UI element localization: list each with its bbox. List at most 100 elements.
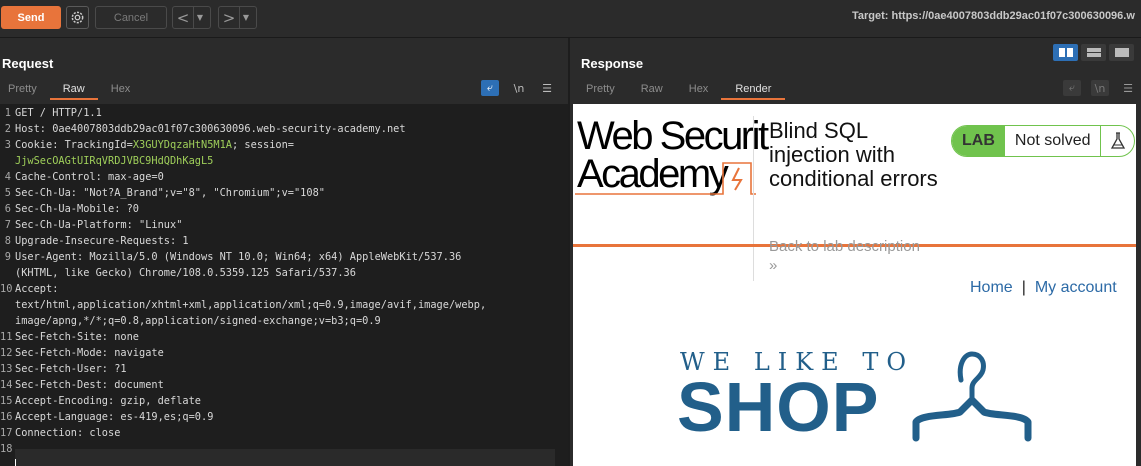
request-line: Sec-Ch-Ua-Mobile: ?0 [15,203,139,215]
request-menu-icon[interactable]: ☰ [538,80,556,96]
single-layout-icon[interactable] [1109,44,1134,61]
request-line: Cookie: TrackingId=X3GUYDqzaHtN5M1A; ses… [15,139,295,151]
line-number: 3 [4,139,11,151]
send-button[interactable]: Send [1,6,61,29]
side-by-side-layout-icon[interactable] [1053,44,1078,61]
request-line: (KHTML, like Gecko) Chrome/108.0.5359.12… [15,267,356,279]
request-line: Accept: [15,283,59,295]
request-line: image/apng,*/*;q=0.8,application/signed-… [15,315,381,327]
back-history-dropdown-icon[interactable]: ▼ [193,7,206,28]
word-wrap-icon[interactable]: ⤶ [481,80,499,96]
toolbar-divider [0,37,1141,38]
response-tab-hex[interactable]: Hex [676,80,722,100]
line-number [0,313,11,329]
pane-divider[interactable] [568,38,570,466]
response-tab-render[interactable]: Render [721,80,786,100]
request-line: Sec-Fetch-User: ?1 [15,363,127,375]
lab-status: Not solved [1014,132,1091,149]
request-line: JjwSecOAGtUIRqVRDJVBC9HdQDhKagL5 [15,155,214,167]
target-url[interactable]: Target: https://0ae4007803ddb29ac01f07c3… [852,10,1135,22]
request-raw-text[interactable]: GET / HTTP/1.1 Host: 0ae4007803ddb29ac01f… [15,105,560,466]
line-number [0,297,11,313]
cancel-button[interactable]: Cancel [95,6,167,29]
line-number: 16 [0,411,13,423]
line-number: 14 [0,379,13,391]
toolbar: Send Cancel < ▼ > ▼ Target: https://0ae4… [0,0,1141,36]
response-tab-pretty[interactable]: Pretty [573,80,628,100]
request-line: Sec-Fetch-Mode: navigate [15,347,164,359]
response-tabs: Pretty Raw Hex Render [573,80,786,100]
flask-icon [1100,126,1134,156]
request-line: GET / HTTP/1.1 [15,107,102,119]
top-navigation: Home | My account [970,279,1117,297]
line-number: 9 [4,251,11,263]
hanger-icon [912,351,1032,442]
back-nav-group: < ▼ [172,6,211,29]
line-number: 2 [4,123,11,135]
nav-my-account-link[interactable]: My account [1035,279,1117,296]
line-numbers: 123 456789 10 11 12 13 14 15 16 17 18 [0,105,13,457]
forward-history-dropdown-icon[interactable]: ▼ [239,7,252,28]
line-number: 8 [4,235,11,247]
line-number: 13 [0,363,13,375]
newline-toggle[interactable]: \n [510,80,528,96]
line-number: 5 [4,187,11,199]
response-scrollbar[interactable] [1136,104,1141,466]
lab-label: LAB [952,126,1005,156]
request-tabs: Pretty Raw Hex [0,80,143,100]
line-number: 17 [0,427,13,439]
response-title: Response [581,56,644,71]
request-line: Upgrade-Insecure-Requests: 1 [15,235,189,247]
request-line: Host: 0ae4007803ddb29ac01f07c300630096.w… [15,123,406,135]
line-number: 4 [4,171,11,183]
response-word-wrap-icon[interactable]: ⤶ [1063,80,1081,96]
line-number [0,153,11,169]
nav-home-link[interactable]: Home [970,279,1013,296]
request-line: text/html,application/xhtml+xml,applicat… [15,299,487,311]
layout-toggle [1053,44,1134,61]
request-line: Sec-Fetch-Dest: document [15,379,164,391]
nav-separator: | [1021,279,1026,296]
line-number: 10 [0,283,13,295]
text-cursor [15,459,16,466]
response-newline-toggle[interactable]: \n [1091,80,1109,96]
line-number: 15 [0,395,13,407]
gear-icon [71,11,84,24]
line-number: 12 [0,347,13,359]
lab-title: Blind SQL injection with conditional err… [769,118,938,191]
request-line: Accept-Language: es-419,es;q=0.9 [15,411,214,423]
line-number: 11 [0,331,13,343]
request-tab-hex[interactable]: Hex [98,80,144,100]
lab-status-badge: LAB Not solved [951,125,1135,157]
line-number: 18 [0,443,13,455]
request-line: Sec-Ch-Ua-Platform: "Linux" [15,219,183,231]
back-to-lab-link[interactable]: Back to lab description [769,238,920,255]
request-title: Request [2,56,54,71]
forward-arrow-icon[interactable]: > [219,9,239,27]
request-line: Connection: close [15,427,121,439]
line-number: 6 [4,203,11,215]
logo-web-security[interactable]: Web Securit [577,116,769,156]
response-menu-icon[interactable]: ☰ [1119,80,1137,96]
request-line [15,449,555,466]
request-tab-pretty[interactable]: Pretty [0,80,50,100]
request-line: Cache-Control: max-age=0 [15,171,164,183]
response-tab-raw[interactable]: Raw [628,80,676,100]
line-number: 1 [4,107,11,119]
forward-nav-group: > ▼ [218,6,257,29]
request-line: Accept-Encoding: gzip, deflate [15,395,201,407]
request-editor[interactable]: 123 456789 10 11 12 13 14 15 16 17 18 GET / HTT… [0,104,568,466]
request-line: Sec-Fetch-Site: none [15,331,139,343]
banner-shop: SHOP [677,368,880,446]
chevrons-icon: » [769,257,778,274]
line-number [0,265,11,281]
back-arrow-icon[interactable]: < [173,9,193,27]
request-line: Sec-Ch-Ua: "Not?A_Brand";v="8", "Chromiu… [15,187,325,199]
logo-lightning-icon [575,162,756,195]
line-number: 7 [4,219,11,231]
request-tab-raw[interactable]: Raw [49,80,98,100]
stacked-layout-icon[interactable] [1081,44,1106,61]
request-line: User-Agent: Mozilla/5.0 (Windows NT 10.0… [15,251,462,263]
header-divider [753,116,754,281]
settings-button[interactable] [66,6,89,29]
